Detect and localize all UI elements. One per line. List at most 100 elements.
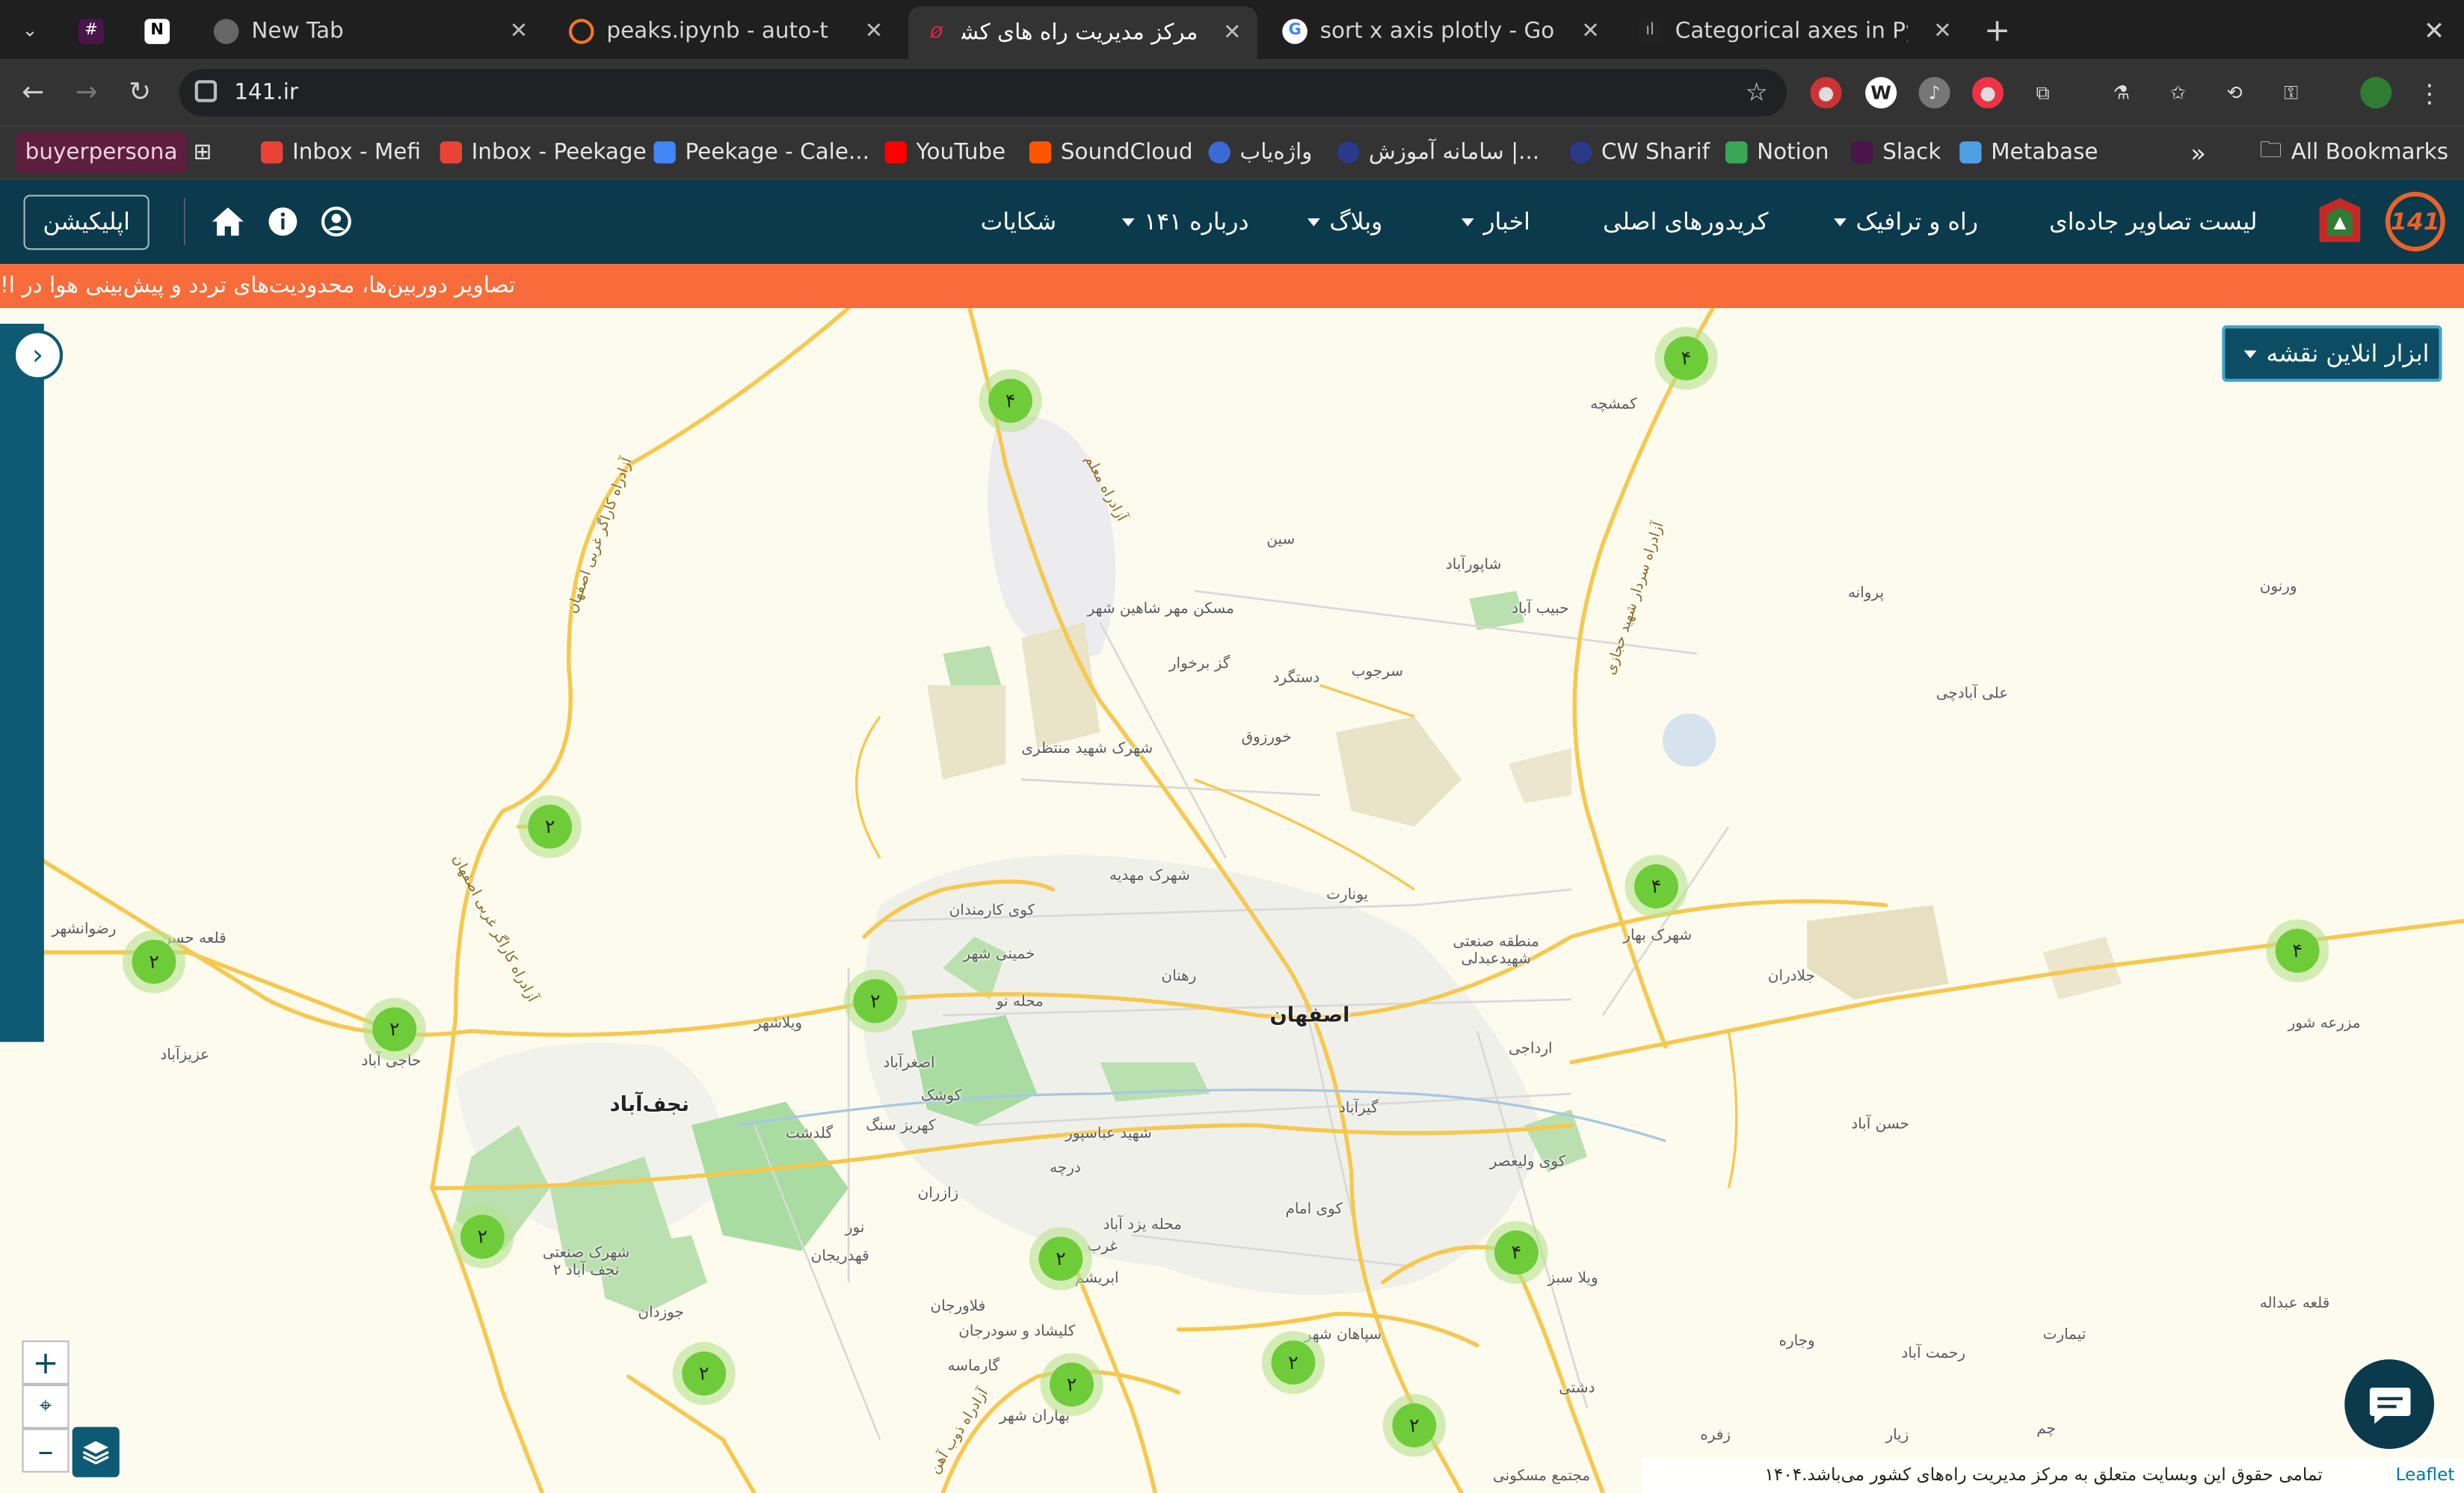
bookmark-buyerpersona[interactable]: buyerpersona bbox=[16, 132, 188, 173]
leaflet-link[interactable]: Leaflet bbox=[2396, 1459, 2455, 1493]
map-cluster-marker[interactable]: ۴ bbox=[1624, 855, 1688, 918]
close-icon[interactable]: ✕ bbox=[1933, 18, 1952, 43]
all-bookmarks-folder[interactable]: 🗀 All Bookmarks bbox=[2260, 137, 2448, 168]
more-bookmarks-label: » bbox=[2190, 137, 2206, 167]
map-cluster-marker[interactable]: ۴ bbox=[2266, 919, 2329, 982]
menu-road-traffic[interactable]: راه و ترافیک bbox=[1834, 179, 1978, 265]
tab-notion[interactable]: N bbox=[135, 8, 182, 54]
map-canvas[interactable]: اصفهان نجف‌آباد کمشچه شاپورآباد سین حبیب… bbox=[0, 308, 2464, 1493]
new-tab-plus-icon[interactable]: + bbox=[1977, 10, 2018, 51]
bookmark-slack[interactable]: Slack bbox=[1851, 137, 1941, 168]
bookmark-notion[interactable]: Notion bbox=[1725, 137, 1829, 168]
kebab-menu-icon[interactable]: ⋮ bbox=[2414, 77, 2445, 108]
map-cluster-marker[interactable]: ۲ bbox=[1040, 1352, 1103, 1416]
profile-avatar[interactable] bbox=[2360, 77, 2392, 109]
menu-blog[interactable]: وبلاگ bbox=[1307, 179, 1382, 265]
info-icon[interactable] bbox=[267, 206, 298, 237]
tab-slack[interactable]: # bbox=[69, 8, 116, 54]
bookmark-peekage-calendar[interactable]: Peekage - Cale... bbox=[653, 137, 869, 168]
caret-down-icon bbox=[1121, 218, 1135, 227]
site-settings-icon[interactable] bbox=[194, 80, 218, 102]
url-text: 141.ir bbox=[234, 80, 299, 105]
menu-road-images[interactable]: لیست تصاویر جاده‌ای bbox=[2049, 179, 2257, 265]
home-icon[interactable] bbox=[211, 206, 244, 237]
tab-jupyter[interactable]: peaks.ipynb - auto-t ✕ bbox=[553, 8, 899, 54]
close-icon[interactable]: ✕ bbox=[510, 18, 529, 43]
map-label: محله یزد آباد bbox=[1103, 1216, 1182, 1234]
layers-button[interactable] bbox=[72, 1426, 120, 1477]
map-cluster-marker[interactable]: ۲ bbox=[363, 997, 426, 1061]
puzzle-extensions-icon[interactable]: ⧉ bbox=[2027, 77, 2059, 108]
bookmark-vajehyab[interactable]: واژه‌یاب bbox=[1208, 137, 1312, 168]
menu-about-141[interactable]: درباره ۱۴۱ bbox=[1121, 179, 1249, 265]
tab-google-search[interactable]: G sort x axis plotly - Google ✕ bbox=[1266, 8, 1616, 54]
bookmark-youtube[interactable]: YouTube bbox=[884, 137, 1005, 168]
map-cluster-marker[interactable]: ۲ bbox=[1382, 1394, 1446, 1457]
zoom-out-button[interactable]: – bbox=[22, 1428, 70, 1473]
bookmark-star-icon[interactable]: ☆ bbox=[1746, 69, 1768, 116]
more-bookmarks-chevron[interactable]: » bbox=[2190, 137, 2206, 168]
map-cluster-marker[interactable]: ۲ bbox=[518, 795, 582, 858]
map-cluster-marker[interactable]: ۴ bbox=[1654, 327, 1718, 390]
map-cluster-marker[interactable]: ۲ bbox=[1261, 1331, 1325, 1394]
tab-new-tab[interactable]: New Tab ✕ bbox=[198, 8, 543, 54]
bookmark-soundcloud[interactable]: SoundCloud bbox=[1029, 137, 1193, 168]
chat-support-button[interactable] bbox=[2344, 1359, 2435, 1450]
close-icon[interactable]: ✕ bbox=[1581, 18, 1600, 43]
folder-icon: 🗀 bbox=[2259, 138, 2282, 164]
menu-complaints[interactable]: شکایات bbox=[981, 179, 1057, 265]
141-logo[interactable]: 141 bbox=[2385, 191, 2445, 252]
gmail-icon bbox=[260, 141, 283, 164]
bookmark-label: Slack bbox=[1882, 140, 1941, 165]
bookmark-metabase[interactable]: Metabase bbox=[1959, 137, 2098, 168]
tab-141-active[interactable]: Ø مرکز مدیریت راه های کشور ✕ bbox=[908, 6, 1257, 60]
application-button[interactable]: اپلیکیشن bbox=[23, 194, 150, 250]
address-toolbar: ← → ↻ 141.ir ☆ ● W ♪ ● ⧉ ⚗ ✩ ⟲ ⚿ ⋮ bbox=[0, 59, 2464, 126]
apps-grid-icon[interactable]: ⊞ bbox=[194, 137, 212, 168]
forward-arrow-icon[interactable]: → bbox=[66, 73, 107, 114]
map-label: غرب bbox=[1087, 1238, 1118, 1256]
menu-news[interactable]: اخبار bbox=[1461, 179, 1530, 265]
zoom-in-button[interactable]: + bbox=[22, 1340, 70, 1385]
extension-red-icon[interactable]: ● bbox=[1972, 77, 2004, 109]
bookmark-cw-sharif[interactable]: CW Sharif bbox=[1569, 137, 1710, 168]
history-icon[interactable]: ⟲ bbox=[2219, 77, 2250, 108]
bookmarks-star-icon[interactable]: ✩ bbox=[2162, 77, 2193, 108]
map-cluster-marker[interactable]: ۲ bbox=[122, 930, 186, 994]
announcement-banner[interactable]: تصاویر دوربین‌ها، محدودیت‌های تردد و پیش… bbox=[0, 264, 2464, 308]
omnibox-url-input[interactable]: 141.ir ☆ bbox=[179, 69, 1787, 117]
labs-flask-icon[interactable]: ⚗ bbox=[2106, 77, 2137, 108]
wappalyzer-icon[interactable]: W bbox=[1865, 77, 1897, 109]
bookmark-inbox-peekage[interactable]: Inbox - Peekage bbox=[440, 137, 647, 168]
map-tools-label: ابزار انلاین نقشه bbox=[2266, 339, 2430, 368]
map-cluster-marker[interactable]: ۴ bbox=[979, 369, 1042, 433]
map-cluster-marker[interactable]: ۲ bbox=[451, 1205, 514, 1269]
back-arrow-icon[interactable]: ← bbox=[13, 73, 54, 114]
extension-icon[interactable]: ● bbox=[1810, 77, 1842, 109]
map-label: شهرک صنعتی نجف آباد ۲ bbox=[542, 1244, 630, 1280]
chevron-right-icon[interactable]: › bbox=[12, 330, 64, 381]
password-key-icon[interactable]: ⚿ bbox=[2276, 77, 2307, 108]
map-label: کمشچه bbox=[1590, 395, 1637, 413]
close-icon[interactable]: ✕ bbox=[1223, 20, 1242, 46]
map-cluster-marker[interactable]: ۴ bbox=[1485, 1221, 1548, 1284]
menu-label: لیست تصاویر جاده‌ای bbox=[2049, 207, 2258, 236]
bookmark-inbox-mefi[interactable]: Inbox - Mefi bbox=[260, 137, 421, 168]
app-button-label: اپلیکیشن bbox=[43, 207, 130, 236]
map-cluster-marker[interactable]: ۲ bbox=[672, 1342, 736, 1406]
menu-corridors[interactable]: کریدورهای اصلی bbox=[1603, 179, 1768, 265]
locate-me-button[interactable]: ⌖ bbox=[22, 1384, 70, 1429]
reload-icon[interactable]: ↻ bbox=[120, 73, 161, 114]
tab-plotly-docs[interactable]: ıl Categorical axes in Pytho ✕ bbox=[1621, 8, 1967, 54]
map-tools-dropdown[interactable]: ابزار انلاین نقشه bbox=[2222, 325, 2442, 382]
music-extension-icon[interactable]: ♪ bbox=[1918, 77, 1950, 109]
bookmark-samaneh[interactable]: سامانه آموزش |... bbox=[1337, 137, 1539, 168]
close-icon[interactable]: ✕ bbox=[865, 18, 884, 43]
cluster-count: ۲ bbox=[1271, 1340, 1316, 1385]
user-account-icon[interactable] bbox=[321, 206, 352, 237]
bookmark-label: Inbox - Peekage bbox=[471, 140, 647, 165]
tab-search-chevron-icon[interactable]: ⌄ bbox=[10, 10, 51, 51]
window-close-icon[interactable]: ✕ bbox=[2414, 10, 2455, 51]
map-cluster-marker[interactable]: ۲ bbox=[1029, 1227, 1092, 1290]
map-cluster-marker[interactable]: ۲ bbox=[843, 969, 907, 1033]
